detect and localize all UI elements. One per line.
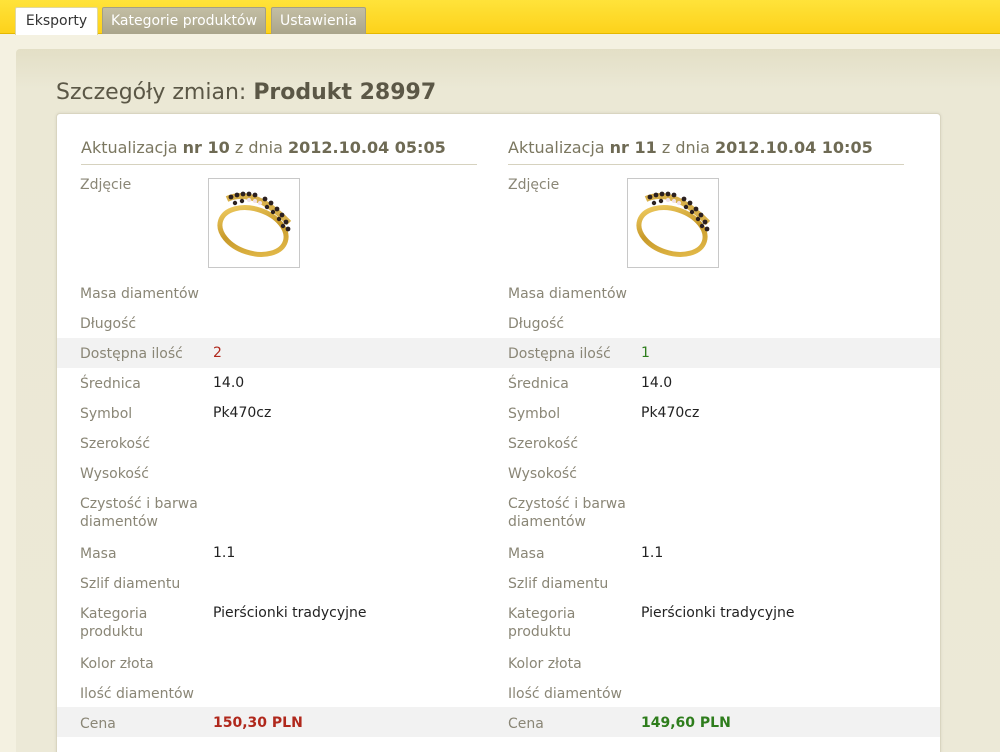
label-masa: Masa xyxy=(80,546,117,562)
label-szlif-diamentu: Szlif diamentu xyxy=(80,576,181,592)
label-szerokosc: Szerokość xyxy=(508,436,579,452)
label-srednica: Średnica xyxy=(508,376,569,392)
update-header-right: Aktualizacja nr 11 z dnia 2012.10.04 10:… xyxy=(508,138,904,165)
label-dostepna-ilosc: Dostępna ilość xyxy=(508,346,611,362)
label-kolor-zlota: Kolor złota xyxy=(80,656,154,672)
product-image-right[interactable] xyxy=(627,178,719,268)
label-szlif-diamentu: Szlif diamentu xyxy=(508,576,609,592)
value-dostepna-ilosc: 2 xyxy=(213,345,222,361)
value-kategoria: Pierścionki tradycyjne xyxy=(213,605,367,621)
tab-kategorie-produktow[interactable]: Kategorie produktów xyxy=(102,7,266,34)
label-kategoria-line1: Kategoria xyxy=(508,606,576,622)
product-image-left[interactable] xyxy=(208,178,300,268)
value-kategoria: Pierścionki tradycyjne xyxy=(641,605,795,621)
value-symbol: Pk470cz xyxy=(641,405,700,421)
ring-image xyxy=(636,191,711,257)
value-cena: 149,60 PLN xyxy=(641,715,731,731)
value-symbol: Pk470cz xyxy=(213,405,272,421)
tab-ustawienia[interactable]: Ustawienia xyxy=(271,7,366,34)
label-kategoria-line2: produktu xyxy=(80,624,144,640)
highlight-row-cena xyxy=(57,707,940,737)
label-szerokosc: Szerokość xyxy=(80,436,151,452)
label-symbol: Symbol xyxy=(508,406,561,422)
label-czystosc-line2: diamentów xyxy=(80,514,158,530)
label-symbol: Symbol xyxy=(80,406,133,422)
label-ilosc-diamentow: Ilość diamentów xyxy=(80,686,195,702)
label-masa: Masa xyxy=(508,546,545,562)
value-masa: 1.1 xyxy=(641,545,664,561)
ring-image xyxy=(217,191,292,257)
label-wysokosc: Wysokość xyxy=(80,466,149,482)
label-cena: Cena xyxy=(508,716,544,732)
label-cena: Cena xyxy=(80,716,116,732)
update-header-left: Aktualizacja nr 10 z dnia 2012.10.04 05:… xyxy=(81,138,477,165)
label-zdjecie: Zdjęcie xyxy=(508,177,560,193)
label-dlugosc: Długość xyxy=(508,316,565,332)
changes-card xyxy=(56,113,941,752)
label-kategoria-line1: Kategoria xyxy=(80,606,148,622)
label-czystosc-line1: Czystość i barwa xyxy=(508,496,626,512)
page-title: Szczegóły zmian: Produkt 28997 xyxy=(56,80,437,105)
label-zdjecie: Zdjęcie xyxy=(80,177,132,193)
value-srednica: 14.0 xyxy=(641,375,673,391)
label-masa-diamentow: Masa diamentów xyxy=(508,286,627,302)
label-dostepna-ilosc: Dostępna ilość xyxy=(80,346,183,362)
tab-eksporty[interactable]: Eksporty xyxy=(15,7,98,35)
value-cena: 150,30 PLN xyxy=(213,715,303,731)
label-kategoria-line2: produktu xyxy=(508,624,572,640)
label-masa-diamentow: Masa diamentów xyxy=(80,286,199,302)
label-wysokosc: Wysokość xyxy=(508,466,577,482)
value-masa: 1.1 xyxy=(213,545,236,561)
value-srednica: 14.0 xyxy=(213,375,245,391)
label-srednica: Średnica xyxy=(80,376,141,392)
label-dlugosc: Długość xyxy=(80,316,137,332)
label-ilosc-diamentow: Ilość diamentów xyxy=(508,686,623,702)
label-kolor-zlota: Kolor złota xyxy=(508,656,582,672)
highlight-row-dostepna-ilosc xyxy=(57,338,940,368)
label-czystosc-line1: Czystość i barwa xyxy=(80,496,198,512)
label-czystosc-line2: diamentów xyxy=(508,514,586,530)
value-dostepna-ilosc: 1 xyxy=(641,345,650,361)
